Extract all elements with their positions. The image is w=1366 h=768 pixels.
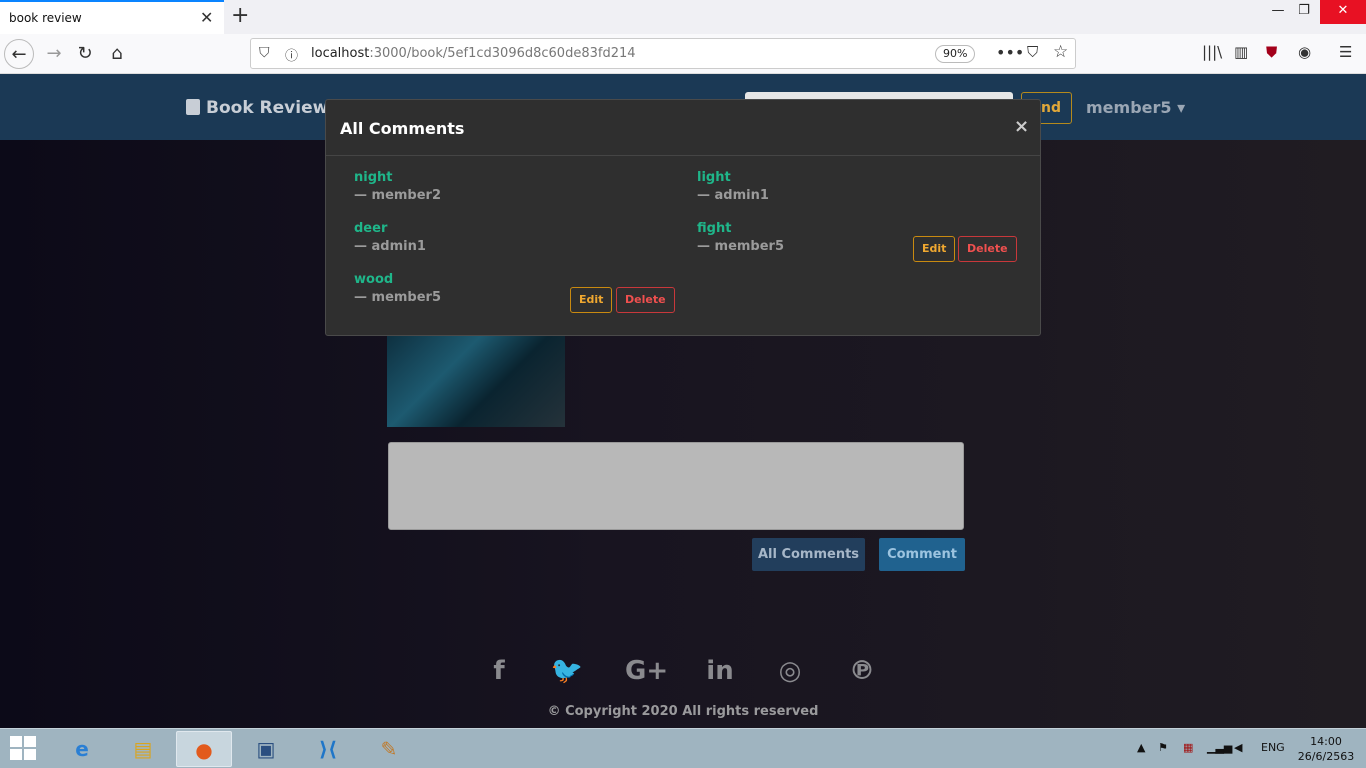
new-tab-icon[interactable]: + [231,3,249,28]
vscode-icon[interactable]: ⟩⟨ [300,731,356,767]
ublock-icon[interactable]: ⛊ [1266,43,1277,61]
comment-author: — member5 [697,239,785,254]
back-icon[interactable]: ← [4,39,34,69]
site-info-icon[interactable]: ⓘ [285,45,298,64]
delete-comment-button[interactable]: Delete [958,236,1017,262]
sidebar-icon[interactable]: ▥ [1234,43,1248,61]
reload-icon[interactable]: ↻ [70,39,100,69]
comment-text: night [354,170,393,185]
action-center-flag-icon[interactable]: ⚑ [1158,741,1168,754]
book-icon [186,99,200,115]
url-path: :3000/book/5ef1cd3096d8c60de83fd214 [369,46,636,61]
url-text[interactable]: localhost:3000/book/5ef1cd3096d8c60de83f… [311,46,636,61]
menu-icon[interactable]: ☰ [1339,43,1352,61]
instagram-icon[interactable]: ◎ [770,656,810,686]
edit-comment-button[interactable]: Edit [913,236,956,262]
comment-text: light [697,170,731,185]
comment-button[interactable]: Comment [879,538,965,571]
modal-header: All Comments × [326,100,1040,156]
clock-date: 26/6/2563 [1297,750,1355,763]
twitter-icon[interactable]: 🐦 [547,656,587,686]
paint-icon[interactable]: ✎ [361,731,417,767]
modal-close-icon[interactable]: × [1014,116,1029,137]
ie-icon[interactable]: e [54,731,110,767]
page-actions-icon[interactable]: ••• [996,43,1024,62]
firefox-icon[interactable]: ● [176,731,232,767]
home-icon[interactable]: ⌂ [102,39,132,69]
comment-author: — admin1 [354,239,426,254]
comment-text: fight [697,221,732,236]
file-explorer-icon[interactable]: ▤ [115,731,171,767]
comment-author: — member2 [354,188,442,203]
windows-logo-icon [24,749,36,760]
clock-time: 14:00 [1310,735,1342,748]
comment-text: wood [354,272,394,287]
brand-link[interactable]: Book Review [186,98,328,118]
remote-desktop-icon[interactable]: ▣ [238,731,294,767]
browser-toolbar: ← → ↻ ⌂ ⛉ ⓘ localhost:3000/book/5ef1cd30… [0,34,1366,74]
book-cover-image [387,336,565,427]
network-alert-icon[interactable]: ▦ [1183,741,1193,754]
comment-textarea[interactable] [388,442,964,530]
browser-tab-bar: book review ✕ + — ❐ ✕ [0,0,1366,34]
zoom-badge[interactable]: 90% [935,45,976,63]
tracking-shield-icon[interactable]: ⛉ [259,45,270,61]
edit-comment-button[interactable]: Edit [570,287,613,313]
linkedin-icon[interactable]: in [700,656,740,686]
facebook-icon[interactable]: f [479,656,519,686]
delete-comment-button[interactable]: Delete [616,287,675,313]
tab-close-icon[interactable]: ✕ [200,8,213,27]
comment-author: — admin1 [697,188,769,203]
google-plus-icon[interactable]: G+ [625,656,668,686]
library-icon[interactable]: |||\ [1202,43,1222,61]
user-dropdown[interactable]: member5 ▾ [1086,98,1185,117]
copyright-text: © Copyright 2020 All rights reserved [547,704,819,719]
forward-icon[interactable]: → [39,39,69,69]
modal-title: All Comments [340,119,465,138]
windows-logo-icon [10,736,22,747]
brand-label: Book Review [206,98,329,118]
signal-icon[interactable]: ▁▃▅ [1207,741,1232,754]
comment-item: light — admin1 [697,170,1027,214]
account-icon[interactable]: ◉ [1298,43,1311,61]
comment-item: night — member2 [354,170,684,214]
bookmark-star-icon[interactable]: ☆ [1053,42,1068,62]
pocket-icon[interactable]: ⛉ [1027,43,1038,61]
tab-title: book review [9,11,82,25]
input-language[interactable]: ENG [1261,741,1285,754]
all-comments-button[interactable]: All Comments [752,538,865,571]
windows-logo-icon [24,736,36,747]
start-button[interactable] [10,736,38,762]
taskbar: e ▤ ● ▣ ⟩⟨ ✎ ▲ ⚑ ▦ ▁▃▅ ◀ ENG 14:00 26/6/… [0,728,1366,768]
comment-text: deer [354,221,388,236]
window-close-button[interactable]: ✕ [1320,0,1366,24]
url-bar[interactable]: ⛉ ⓘ localhost:3000/book/5ef1cd3096d8c60d… [250,38,1076,69]
windows-logo-icon [10,749,22,760]
browser-tab[interactable]: book review ✕ [0,0,224,34]
volume-icon[interactable]: ◀ [1234,741,1242,754]
url-host: localhost [311,46,370,61]
pinterest-icon[interactable]: ℗ [842,656,882,686]
all-comments-modal: All Comments × night — member2 light — a… [325,99,1041,336]
show-hidden-icons-icon[interactable]: ▲ [1137,741,1145,754]
comment-author: — member5 [354,290,442,305]
comment-item: deer — admin1 [354,221,684,265]
clock[interactable]: 14:00 26/6/2563 [1296,734,1356,764]
